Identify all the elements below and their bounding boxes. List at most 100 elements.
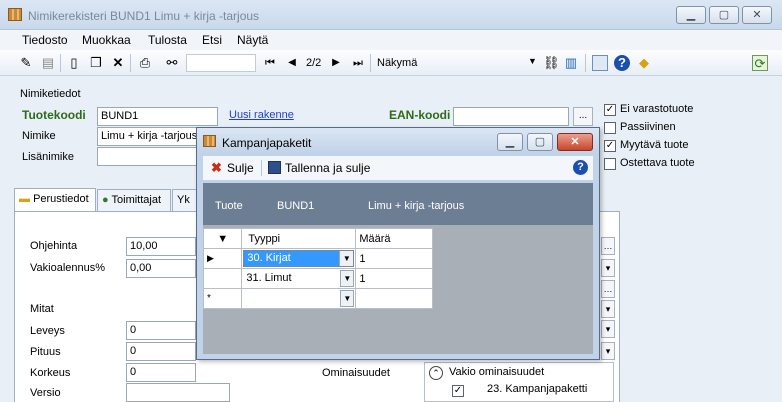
column-header-quantity[interactable]: Määrä — [355, 228, 433, 249]
dropdown-button[interactable]: ▾ — [601, 320, 615, 338]
delete-icon[interactable]: ✕ — [110, 55, 126, 71]
app-icon — [8, 8, 22, 21]
ean-field[interactable] — [453, 107, 569, 126]
type-cell[interactable]: 30. Kirjat ▼ — [241, 248, 357, 269]
save-and-close-button[interactable]: Tallenna ja sulje — [285, 161, 370, 175]
close-icon: ✕ — [570, 136, 580, 148]
minimize-button[interactable]: ▁ — [676, 6, 706, 24]
close-window-button[interactable]: ✕ — [742, 6, 772, 24]
menu-tulosta[interactable]: Tulosta — [148, 33, 187, 47]
first-record-icon[interactable]: ⏮ — [262, 55, 278, 71]
dropdown-button[interactable]: ▾ — [601, 300, 615, 318]
quantity-cell[interactable]: 1 — [355, 268, 433, 289]
maximize-button[interactable]: ▢ — [709, 6, 739, 24]
dropdown-button[interactable]: ▾ — [601, 342, 615, 360]
print-icon[interactable]: ⎙ — [137, 55, 153, 71]
section-title: Nimiketiedot — [20, 88, 81, 100]
properties-tree: ⌃ Vakio ominaisuudet ✓ 23. Kampanjapaket… — [424, 362, 614, 402]
dialog-toolbar: ✖ Sulje Tallenna ja sulje ? — [203, 156, 593, 180]
edit-icon[interactable]: ✎ — [18, 55, 34, 71]
checkbox-sellable[interactable]: ✓ — [604, 140, 616, 152]
extra-name-label: Lisänimike — [22, 151, 74, 163]
version-field[interactable] — [126, 383, 230, 402]
save-icon[interactable] — [268, 161, 281, 174]
tab-yk[interactable]: Yk — [172, 189, 198, 212]
type-value: 30. Kirjat — [244, 251, 340, 266]
copy-icon[interactable]: ❐ — [88, 55, 104, 71]
chevron-down-icon[interactable]: ▼ — [340, 270, 355, 287]
column-header-type[interactable]: Tyyppi — [241, 228, 357, 249]
help-icon[interactable]: ? — [573, 160, 588, 175]
price-field[interactable]: 10,00 — [126, 237, 196, 256]
menu-nayta[interactable]: Näytä — [237, 33, 268, 47]
checkbox-passive[interactable] — [604, 122, 616, 134]
checkbox-campaign-package[interactable]: ✓ — [452, 385, 464, 397]
product-label: Tuote — [215, 200, 243, 212]
product-code-field[interactable]: BUND1 — [97, 107, 218, 126]
window-title: Nimikerekisteri BUND1 Limu + kirja -tarj… — [28, 9, 260, 23]
next-record-icon[interactable]: ▶ — [328, 55, 344, 71]
menu-etsi[interactable]: Etsi — [202, 33, 222, 47]
product-code: BUND1 — [277, 200, 315, 212]
row-selector[interactable] — [202, 268, 243, 289]
dropdown-button[interactable]: ▾ — [601, 259, 615, 277]
properties-label: Ominaisuudet — [322, 367, 390, 379]
chevron-down-icon[interactable]: ▼ — [339, 251, 354, 266]
close-button[interactable]: Sulje — [227, 161, 254, 175]
dialog-minimize-button[interactable]: ▁ — [497, 133, 523, 151]
tree-group-label: Vakio ominaisuudet — [449, 366, 545, 378]
window-icon[interactable] — [592, 55, 608, 71]
view-select-label: Näkymä — [377, 57, 418, 69]
previous-record-icon[interactable]: ◀ — [284, 55, 300, 71]
discount-field[interactable]: 0,00 — [126, 259, 196, 278]
toolbar-separator — [585, 54, 586, 72]
type-cell[interactable]: ▼ — [241, 288, 357, 309]
checkbox-label: Myytävä tuote — [620, 139, 689, 151]
help-icon[interactable]: ? — [614, 55, 630, 71]
new-row-marker: * — [202, 288, 243, 309]
close-x-icon[interactable]: ✖ — [211, 160, 222, 176]
lookup-button[interactable]: … — [601, 280, 615, 298]
tab-toimittajat[interactable]: ● Toimittajat — [97, 189, 171, 212]
tab-label: Perustiedot — [33, 193, 89, 205]
height-field[interactable]: 0 — [126, 363, 196, 382]
search-input[interactable] — [186, 54, 256, 72]
chevron-down-icon[interactable]: ▼ — [340, 290, 355, 307]
new-row[interactable]: * ▼ — [202, 288, 433, 309]
minimize-icon: ▁ — [686, 9, 696, 21]
new-structure-link[interactable]: Uusi rakenne — [229, 109, 294, 121]
eraser-icon[interactable]: ◆ — [636, 55, 652, 71]
collapse-icon[interactable]: ⌃ — [429, 366, 443, 380]
view-select[interactable]: Näkymä ▼ — [374, 54, 540, 72]
checkbox-purchasable[interactable] — [604, 158, 616, 170]
type-value: 31. Limut — [246, 272, 292, 284]
link-icon[interactable]: ⛓ — [543, 55, 560, 71]
lookup-button[interactable]: … — [601, 237, 615, 255]
current-row-indicator: ▶ — [202, 248, 243, 269]
table-row[interactable]: ▶ 30. Kirjat ▼ 1 — [202, 248, 433, 269]
name-field[interactable]: Limu + kirja -tarjous — [97, 127, 197, 146]
checkbox-not-stock-item[interactable]: ✓ — [604, 104, 616, 116]
width-field[interactable]: 0 — [126, 321, 196, 340]
refresh-icon[interactable]: ⟳ — [752, 55, 768, 71]
dialog-maximize-button[interactable]: ▢ — [527, 133, 553, 151]
database-icon[interactable]: ▥ — [563, 55, 579, 71]
quantity-cell[interactable]: 1 — [355, 248, 433, 269]
length-field[interactable]: 0 — [126, 342, 196, 361]
quantity-cell[interactable] — [355, 288, 433, 309]
ean-button[interactable]: ... — [573, 107, 593, 126]
last-record-icon[interactable]: ⏭ — [350, 55, 366, 71]
dialog-titlebar: Kampanjapaketit ▁ ▢ ✕ — [197, 128, 599, 155]
tab-perustiedot[interactable]: ▬ Perustiedot — [14, 188, 96, 212]
dialog-close-button[interactable]: ✕ — [557, 133, 593, 151]
save-icon[interactable]: ▤ — [40, 55, 56, 71]
type-cell[interactable]: 31. Limut ▼ — [241, 268, 357, 289]
menu-muokkaa[interactable]: Muokkaa — [82, 33, 131, 47]
row-selector-header[interactable]: ▼ — [202, 228, 243, 249]
binoculars-icon[interactable]: ⚯ — [164, 55, 180, 71]
new-icon[interactable]: ▯ — [66, 55, 82, 71]
table-row[interactable]: 31. Limut ▼ 1 — [202, 268, 433, 289]
extra-name-field[interactable] — [97, 147, 197, 166]
menu-tiedosto[interactable]: Tiedosto — [22, 33, 68, 47]
toolbar-separator — [60, 54, 61, 72]
